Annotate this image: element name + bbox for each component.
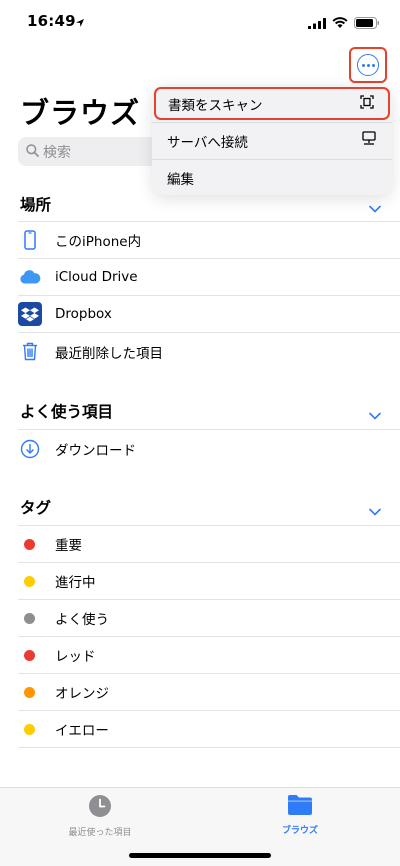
tag-color-dot: [24, 538, 35, 550]
chevron-down-icon[interactable]: [369, 198, 381, 217]
tag-label: よく使う: [55, 612, 109, 628]
tag-label: オレンジ: [55, 686, 109, 702]
cellular-signal-icon: [308, 14, 326, 33]
tag-item-red[interactable]: レッド: [18, 637, 400, 674]
sidebar-item-label: Dropbox: [55, 306, 112, 322]
location-arrow-icon: [75, 13, 85, 32]
tag-color-dot: [24, 612, 35, 624]
chevron-down-icon[interactable]: [369, 405, 381, 424]
sidebar-item-label: 最近削除した項目: [55, 345, 163, 362]
tag-label: 重要: [55, 538, 82, 554]
page-title: ブラウズ: [20, 96, 141, 130]
menu-item-connect-server[interactable]: サーバへ接続: [152, 122, 392, 158]
section-header-locations[interactable]: 場所: [20, 193, 51, 215]
folder-icon: [287, 795, 313, 819]
iphone-icon: [18, 228, 42, 252]
tag-label: 進行中: [55, 575, 96, 591]
battery-icon: [354, 14, 380, 33]
ellipsis-circle-icon: [357, 54, 379, 76]
sidebar-item-label: このiPhone内: [55, 234, 142, 250]
tag-color-dot: [24, 649, 35, 661]
sidebar-item-recently-deleted[interactable]: 最近削除した項目: [18, 333, 400, 370]
tag-label: イエロー: [55, 723, 109, 739]
sidebar-item-label: ダウンロード: [55, 442, 136, 459]
more-options-button[interactable]: [349, 47, 387, 83]
trash-icon: [18, 340, 42, 364]
search-icon: [26, 142, 39, 161]
dropbox-icon: [18, 302, 42, 326]
sidebar-item-label: iCloud Drive: [55, 269, 138, 285]
icloud-icon: [18, 265, 42, 289]
chevron-down-icon[interactable]: [369, 501, 381, 520]
menu-item-label: サーバへ接続: [167, 134, 248, 151]
section-header-favorites[interactable]: よく使う項目: [20, 400, 113, 422]
menu-item-label: 編集: [167, 171, 194, 188]
home-indicator: [129, 853, 271, 858]
tab-browse[interactable]: ブラウズ: [230, 794, 370, 836]
menu-item-label: 書類をスキャン: [168, 97, 263, 114]
tab-recents[interactable]: 最近使った項目: [30, 794, 170, 838]
search-placeholder: 検索: [43, 144, 71, 161]
wifi-icon: [332, 14, 348, 33]
options-popup-menu: 書類をスキャン サーバへ接続 編集: [152, 85, 392, 195]
sidebar-item-downloads[interactable]: ダウンロード: [18, 430, 400, 467]
tag-label: レッド: [55, 649, 96, 665]
tag-item-frequent[interactable]: よく使う: [18, 600, 400, 637]
tag-item-important[interactable]: 重要: [18, 526, 400, 563]
status-time: 16:49: [27, 12, 76, 30]
tag-item-orange[interactable]: オレンジ: [18, 674, 400, 711]
menu-item-edit[interactable]: 編集: [152, 159, 392, 195]
section-header-tags[interactable]: タグ: [20, 496, 51, 518]
status-bar: 16:49: [0, 0, 400, 44]
sidebar-item-icloud-drive[interactable]: iCloud Drive: [18, 259, 400, 296]
scan-icon: [360, 94, 374, 113]
tag-color-dot: [24, 723, 35, 735]
clock-icon: [88, 795, 112, 821]
tag-item-yellow[interactable]: イエロー: [18, 711, 400, 748]
tag-color-dot: [24, 575, 35, 587]
sidebar-item-on-my-iphone[interactable]: このiPhone内: [18, 222, 400, 259]
server-icon: [362, 131, 376, 150]
sidebar-item-dropbox[interactable]: Dropbox: [18, 296, 400, 333]
menu-item-scan-documents[interactable]: 書類をスキャン: [154, 87, 390, 120]
tag-item-in-progress[interactable]: 進行中: [18, 563, 400, 600]
download-icon: [18, 437, 42, 461]
status-indicators: [308, 14, 380, 33]
tag-color-dot: [24, 686, 35, 698]
tab-label: ブラウズ: [281, 826, 318, 836]
tab-label: 最近使った項目: [68, 828, 132, 838]
